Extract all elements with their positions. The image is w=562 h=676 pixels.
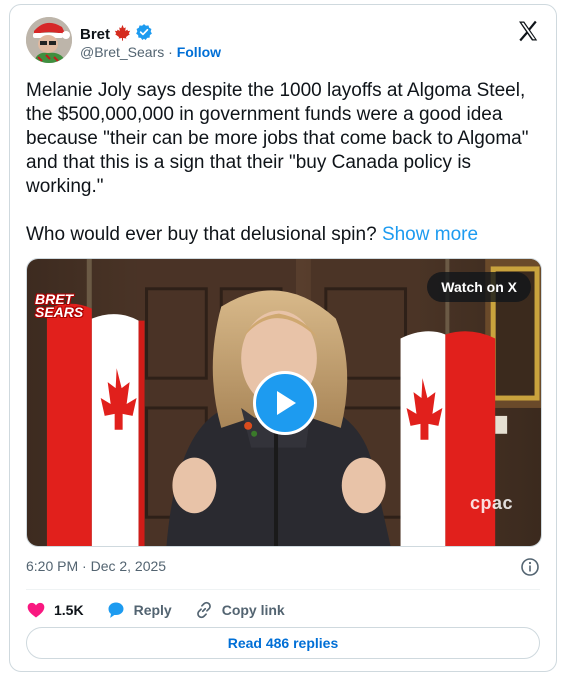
tweet-card: Bret @Bret_Sears · Follow Melanie Joly s…: [9, 4, 557, 672]
reply-button[interactable]: Reply: [106, 600, 172, 620]
video-player[interactable]: BRET SEARS Watch on X cpac: [26, 258, 542, 547]
copy-link-button[interactable]: Copy link: [194, 600, 285, 620]
divider: [26, 589, 540, 590]
brand-watermark-line2: SEARS: [35, 304, 84, 320]
tweet-paragraph-2: Who would ever buy that delusional spin?…: [26, 223, 546, 247]
tweet-paragraph-2-text: Who would ever buy that delusional spin?: [26, 224, 377, 245]
brand-watermark: BRET SEARS: [35, 292, 84, 320]
follow-button[interactable]: Follow: [177, 44, 221, 60]
broadcaster-watermark: cpac: [469, 493, 513, 513]
copy-link-label: Copy link: [221, 602, 285, 618]
like-count: 1.5K: [54, 602, 84, 618]
like-button[interactable]: 1.5K: [26, 600, 84, 620]
show-more-link[interactable]: Show more: [382, 224, 478, 245]
read-replies-button[interactable]: Read 486 replies: [26, 627, 540, 659]
x-logo-icon[interactable]: [516, 19, 540, 43]
heart-icon: [27, 602, 45, 618]
info-icon[interactable]: [520, 557, 540, 577]
tweet-text: Melanie Joly says despite the 1000 layof…: [26, 79, 546, 247]
reply-bubble-icon: [108, 602, 124, 618]
reply-label: Reply: [133, 602, 172, 618]
author-handle[interactable]: @Bret_Sears: [80, 44, 164, 60]
tweet-paragraph-1: Melanie Joly says despite the 1000 layof…: [26, 80, 534, 197]
play-button[interactable]: [253, 371, 317, 435]
avatar[interactable]: [26, 17, 72, 63]
watch-on-x-button[interactable]: Watch on X: [427, 272, 531, 302]
link-icon: [196, 601, 211, 619]
action-bar: 1.5K Reply Copy link: [26, 597, 285, 623]
play-icon: [277, 391, 296, 415]
tweet-header: Bret @Bret_Sears · Follow: [26, 17, 540, 67]
tweet-timestamp[interactable]: 6:20 PM · Dec 2, 2025: [26, 558, 166, 574]
verified-badge-icon: [135, 23, 153, 46]
maple-leaf-icon: [114, 24, 131, 46]
handle-row: @Bret_Sears · Follow: [80, 44, 221, 60]
separator: ·: [168, 44, 173, 60]
author-name[interactable]: Bret: [80, 26, 110, 43]
name-row: Bret: [80, 23, 153, 46]
